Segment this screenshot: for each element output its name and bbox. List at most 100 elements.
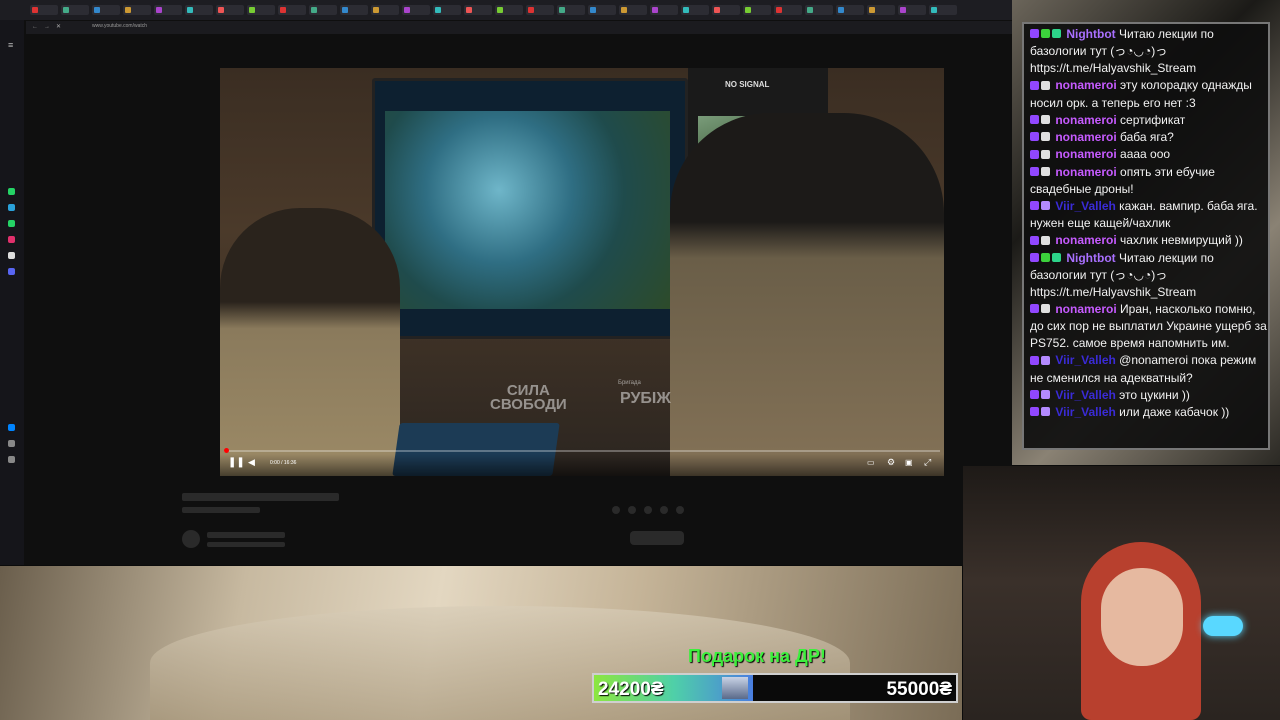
browser-tab[interactable]: [216, 5, 244, 15]
action-placeholder: [676, 506, 684, 514]
browser-tab[interactable]: [588, 5, 616, 15]
microphone: [1203, 616, 1243, 636]
chat-text: баба яга?: [1120, 129, 1174, 144]
browser-tab[interactable]: [433, 5, 461, 15]
browser-tab[interactable]: [30, 5, 58, 15]
action-placeholder: [660, 506, 668, 514]
chat-badges: [1030, 112, 1052, 129]
tab-favicon-icon: [714, 7, 720, 13]
badge-icon: [1041, 252, 1050, 262]
whatsapp-icon[interactable]: [8, 188, 15, 195]
browser-tab[interactable]: [774, 5, 802, 15]
discord-icon[interactable]: [8, 252, 15, 259]
chat-username[interactable]: nonameroi: [1052, 147, 1120, 161]
chat-username[interactable]: Nightbot: [1063, 251, 1119, 265]
badge-icon: [1041, 407, 1050, 417]
browser-tab[interactable]: [495, 5, 523, 15]
browser-tab[interactable]: [712, 5, 740, 15]
chat-username[interactable]: Viir_Valleh: [1052, 353, 1119, 367]
action-placeholder: [612, 506, 620, 514]
browser-tab[interactable]: [247, 5, 275, 15]
chat-badges: [1030, 250, 1063, 267]
progress-scrubber[interactable]: [224, 448, 229, 453]
browser-tab[interactable]: [650, 5, 678, 15]
browser-tab[interactable]: [402, 5, 430, 15]
chat-username[interactable]: Viir_Valleh: [1052, 405, 1119, 419]
browser-tab[interactable]: [61, 5, 89, 15]
donation-goal: 55000₴: [886, 679, 952, 700]
back-icon[interactable]: ←: [32, 24, 38, 30]
url-text[interactable]: www.youtube.com/watch: [92, 23, 147, 29]
chat-badges: [1030, 404, 1052, 421]
chat-message: nonameroi баба яга?: [1024, 129, 1268, 146]
browser-tab[interactable]: [898, 5, 926, 15]
pause-icon[interactable]: ❚❚: [228, 457, 245, 468]
title-placeholder: [182, 493, 339, 501]
tab-favicon-icon: [63, 7, 69, 13]
chat-text: или даже кабачок )): [1119, 404, 1230, 419]
history-icon[interactable]: [8, 440, 15, 447]
chat-username[interactable]: nonameroi: [1052, 302, 1120, 316]
x-icon[interactable]: [8, 236, 15, 243]
chat-username[interactable]: nonameroi: [1052, 233, 1120, 247]
progress-bar[interactable]: [224, 448, 940, 453]
browser-tab[interactable]: [619, 5, 647, 15]
chat-username[interactable]: Viir_Valleh: [1052, 199, 1119, 213]
video-player[interactable]: NO SIGNAL СИЛА СВОБОДИ Бригада РУБІЖ ❚❚ …: [220, 68, 944, 476]
browser-tab[interactable]: [805, 5, 833, 15]
chat-username[interactable]: Nightbot: [1063, 27, 1119, 41]
browser-tab[interactable]: [371, 5, 399, 15]
messenger-icon[interactable]: [8, 268, 15, 275]
address-bar[interactable]: ← → ✕ www.youtube.com/watch: [26, 21, 1012, 34]
donation-current: 24200₴: [598, 679, 664, 700]
chat-username[interactable]: nonameroi: [1052, 78, 1120, 92]
close-loading-icon[interactable]: ✕: [56, 23, 61, 30]
chat-message: nonameroi аааа ооо: [1024, 146, 1268, 163]
browser-tab[interactable]: [836, 5, 864, 15]
browser-tab[interactable]: [526, 5, 554, 15]
telegram-icon[interactable]: [8, 204, 15, 211]
browser-tab[interactable]: [278, 5, 306, 15]
chat-username[interactable]: Viir_Valleh: [1052, 388, 1119, 402]
tab-favicon-icon: [807, 7, 813, 13]
browser-tab[interactable]: [681, 5, 709, 15]
badge-icon: [1030, 235, 1039, 245]
settings-icon[interactable]: [8, 456, 15, 463]
browser-tab[interactable]: [867, 5, 895, 15]
volume-icon[interactable]: ◀: [248, 457, 255, 468]
tab-favicon-icon: [869, 7, 875, 13]
badge-icon: [1030, 304, 1039, 314]
action-placeholder: [628, 506, 636, 514]
subscribe-placeholder: [630, 531, 684, 545]
fullscreen-icon[interactable]: ⤢: [924, 457, 931, 468]
chat-text: чахлик невмирущий )): [1120, 233, 1243, 248]
chat-username[interactable]: nonameroi: [1052, 130, 1120, 144]
browser-tab[interactable]: [185, 5, 213, 15]
browser-tab[interactable]: [929, 5, 957, 15]
forward-icon[interactable]: →: [44, 24, 50, 30]
browser-tab[interactable]: [557, 5, 585, 15]
browser-tab[interactable]: [123, 5, 151, 15]
browser-tab[interactable]: [340, 5, 368, 15]
watermark-sila-svobody: СИЛА СВОБОДИ: [490, 382, 567, 413]
browser-tab[interactable]: [154, 5, 182, 15]
instagram-icon[interactable]: [8, 220, 15, 227]
badge-icon: [1030, 355, 1039, 365]
tab-favicon-icon: [187, 7, 193, 13]
subtitles-icon[interactable]: ▭: [867, 458, 875, 467]
heart-icon[interactable]: [8, 424, 15, 431]
browser-tab[interactable]: [464, 5, 492, 15]
badge-icon: [1052, 29, 1061, 39]
chat-badges: [1030, 78, 1052, 95]
chat-username[interactable]: nonameroi: [1052, 113, 1120, 127]
browser-sidebar: ≡: [0, 20, 24, 565]
miniplayer-icon[interactable]: ▣: [905, 458, 913, 467]
browser-tab[interactable]: [309, 5, 337, 15]
tab-favicon-icon: [280, 7, 286, 13]
settings-icon[interactable]: ⚙: [887, 457, 895, 468]
chat-username[interactable]: nonameroi: [1052, 165, 1120, 179]
browser-tab[interactable]: [92, 5, 120, 15]
chat-message: Viir_Valleh это цукини )): [1024, 387, 1268, 404]
browser-tab[interactable]: [743, 5, 771, 15]
menu-icon[interactable]: ≡: [8, 40, 13, 50]
